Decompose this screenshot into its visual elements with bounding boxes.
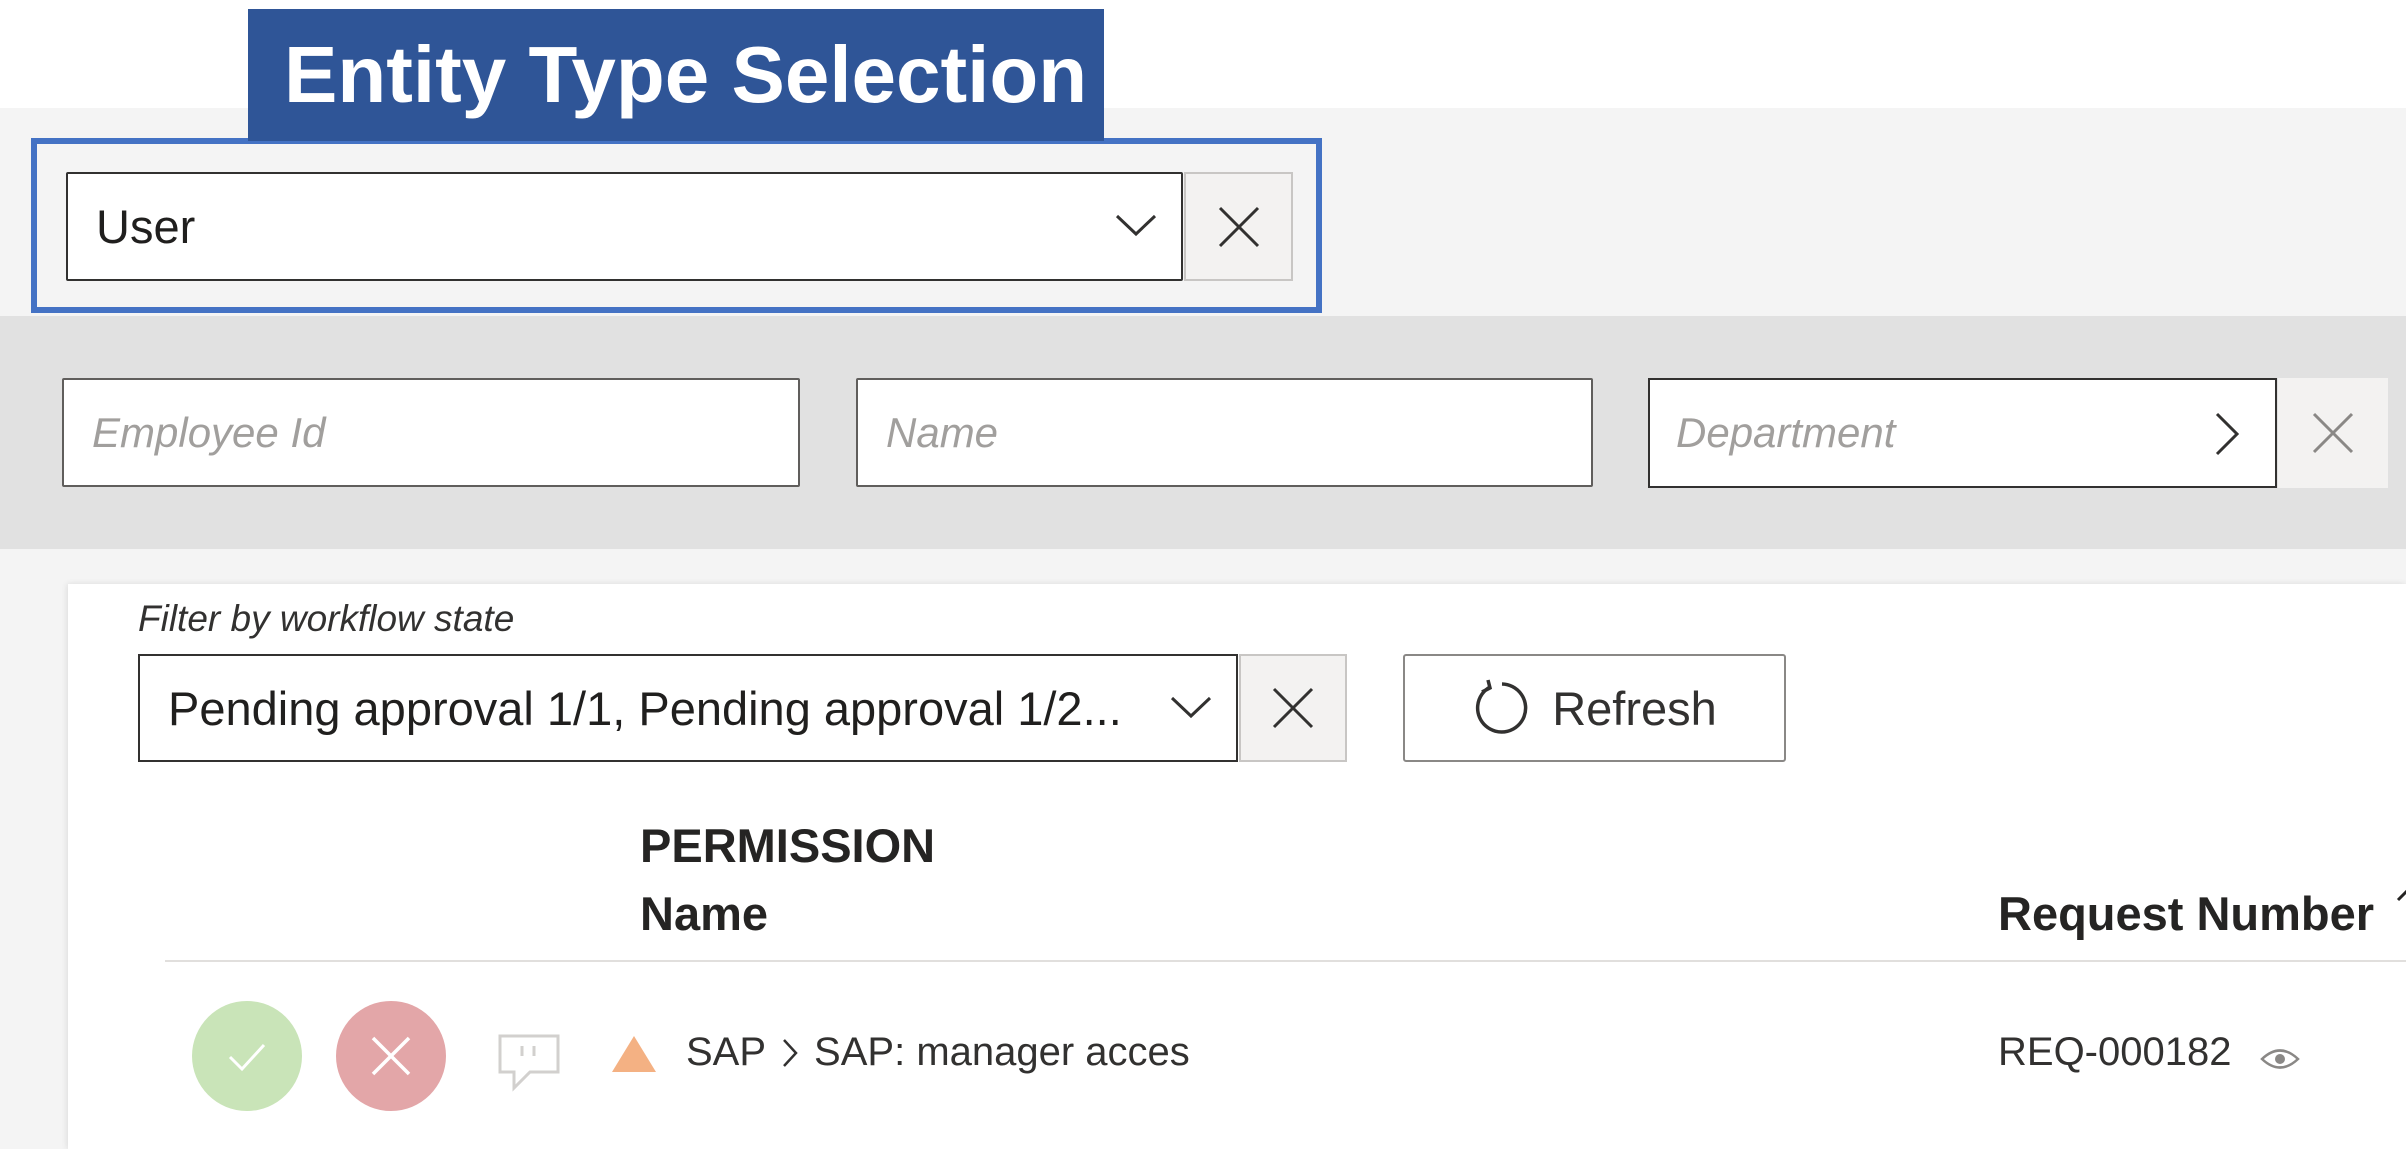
close-icon	[1272, 687, 1314, 729]
permission-group-label: PERMISSION	[640, 819, 936, 872]
table-row[interactable]: SAP SAP: manager acces	[686, 1030, 1190, 1075]
approve-button[interactable]	[192, 1001, 302, 1111]
chevron-right-icon	[2215, 412, 2240, 456]
department-clear-button[interactable]	[2278, 378, 2388, 488]
workflow-state-value: Pending approval 1/1, Pending approval 1…	[168, 681, 1122, 735]
eye-icon[interactable]	[2260, 1044, 2300, 1074]
permission-column-header[interactable]: PERMISSION Name	[640, 812, 935, 948]
workflow-state-dropdown[interactable]: Pending approval 1/1, Pending approval 1…	[138, 654, 1238, 762]
request-number-label: Request Number	[1998, 887, 2375, 940]
employee-id-placeholder: Employee Id	[92, 408, 326, 456]
close-icon	[371, 1036, 411, 1076]
permission-system: SAP	[686, 1030, 767, 1074]
department-placeholder: Department	[1676, 409, 1896, 456]
name-column-label: Name	[640, 887, 769, 940]
warning-icon	[612, 1036, 656, 1072]
department-picker[interactable]: Department	[1648, 378, 2277, 488]
reject-button[interactable]	[336, 1001, 446, 1111]
close-icon	[2312, 412, 2354, 454]
callout-title: Entity Type Selection	[248, 9, 1104, 141]
request-number-column-header[interactable]: Request Number	[1998, 880, 2406, 948]
sort-ascending-icon	[2397, 890, 2406, 902]
refresh-label: Refresh	[1552, 681, 1717, 735]
name-placeholder: Name	[886, 408, 999, 456]
header-divider	[165, 960, 2406, 962]
comment-icon[interactable]	[496, 1032, 562, 1092]
refresh-icon	[1476, 679, 1528, 734]
permission-name: SAP: manager acces	[814, 1030, 1190, 1074]
employee-id-field[interactable]: Employee Id	[62, 378, 800, 487]
name-field[interactable]: Name	[856, 378, 1593, 487]
request-number-value: REQ-000182	[1998, 1030, 2232, 1074]
chevron-right-icon	[783, 1038, 798, 1067]
refresh-button[interactable]: Refresh	[1403, 654, 1786, 762]
chevron-down-icon	[1170, 696, 1212, 719]
workflow-clear-button[interactable]	[1239, 654, 1347, 762]
callout-highlight-frame	[31, 138, 1322, 313]
workflow-filter-label: Filter by workflow state	[138, 598, 515, 639]
checkmark-icon	[228, 1043, 266, 1072]
